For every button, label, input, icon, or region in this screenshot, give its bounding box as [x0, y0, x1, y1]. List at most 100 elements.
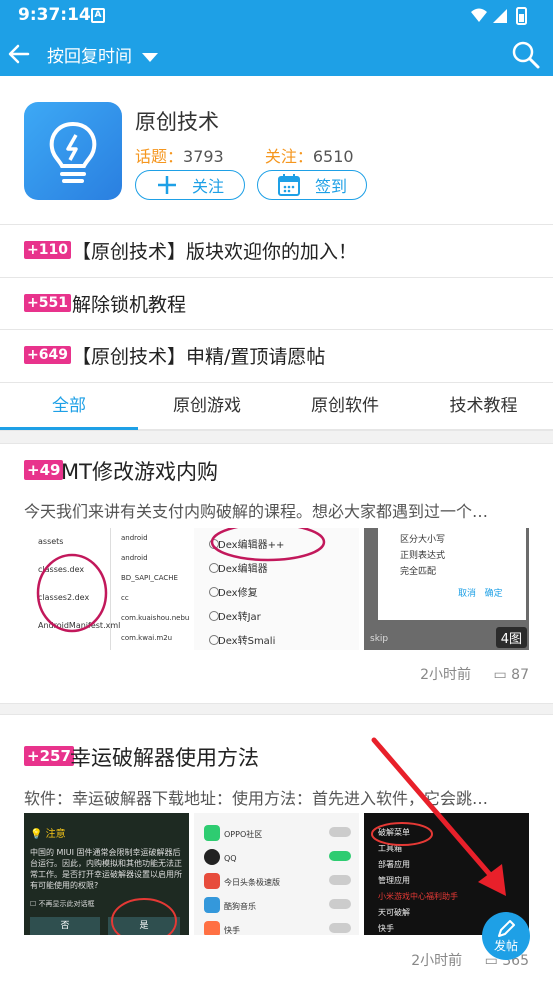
cancel-label: 取消: [458, 589, 477, 599]
red-circle-annotation: [371, 822, 433, 846]
app-item: 今日头条极速版: [224, 878, 280, 887]
post-excerpt: 软件：幸运破解器下载地址：使用方法：首先进入软件，它会跳…: [24, 789, 489, 808]
comment-icon: ▭: [493, 667, 507, 683]
post-time: 2小时前: [411, 953, 463, 969]
post-images: assets classes.dex classes2.dex AndroidM…: [24, 528, 529, 650]
signal-icon: [493, 9, 507, 23]
tab-tech-tutorials[interactable]: 技术教程: [414, 383, 553, 430]
pinned-title: 【原创技术】版块欢迎你的加入！: [72, 241, 358, 263]
status-bar: 9:37:14 A: [0, 0, 553, 32]
toggle-switches: [329, 827, 351, 933]
search-icon[interactable]: [511, 40, 541, 70]
post-title: MT修改游戏内购: [61, 460, 218, 484]
post-badge: +257: [24, 746, 74, 766]
wifi-icon: [471, 8, 487, 22]
post-title: 幸运破解器使用方法: [70, 746, 259, 770]
back-arrow-icon[interactable]: [6, 41, 32, 67]
forum-logo: [24, 102, 122, 200]
warning-title: 💡 注意: [30, 829, 66, 840]
dropdown-caret-icon: [142, 52, 158, 62]
post-image[interactable]: assets classes.dex classes2.dex AndroidM…: [24, 528, 189, 650]
menu-option: 部署应用: [378, 860, 410, 869]
system-icons: [471, 7, 527, 25]
ok-label: 确定: [484, 589, 503, 599]
follows-label: 关注：: [264, 147, 313, 166]
app-bar: 按回复时间: [0, 32, 553, 76]
category-tabs: 全部 原创游戏 原创软件 技术教程: [0, 382, 553, 430]
post-meta: 2小时前 ▭ 87: [420, 664, 529, 684]
topics-label: 话题：: [135, 147, 184, 166]
app-item: OPPO社区: [224, 830, 263, 839]
app-item: 酷狗音乐: [224, 902, 256, 911]
post-badge: +49: [24, 460, 64, 480]
red-circle-annotation: [36, 553, 108, 633]
menu-option: 快手: [378, 924, 394, 933]
tab-original-software[interactable]: 原创软件: [276, 383, 414, 430]
plus-icon: [157, 176, 176, 194]
checkin-label: 签到: [314, 177, 347, 196]
app-item: QQ: [224, 854, 237, 863]
pen-icon: [498, 920, 515, 937]
forum-header: 原创技术 话题：3793 关注：6510 关注 签到: [0, 76, 553, 224]
menu-option: 天可破解: [378, 908, 410, 917]
menu-option: 小米游戏中心福利助手: [378, 892, 458, 901]
follows-count: 6510: [312, 147, 354, 166]
checkin-button[interactable]: 签到: [257, 170, 367, 200]
menu-option: Dex修复: [218, 588, 258, 599]
pinned-title: 【原创技术】申精/置顶请愿帖: [72, 346, 326, 368]
post-card[interactable]: +257 幸运破解器使用方法 软件：幸运破解器下载地址：使用方法：首先进入软件，…: [0, 715, 553, 984]
status-time: 9:37:14: [18, 5, 91, 25]
file-item: com.kwai.m2u: [121, 634, 173, 642]
pinned-post[interactable]: +649 【原创技术】申精/置顶请愿帖: [0, 329, 553, 382]
post-image[interactable]: 💡 注意 中国的 MIUI 固件通常会限制幸运破解器后台运行。因此，内购模拟和其…: [24, 813, 189, 935]
pinned-badge: +110: [24, 241, 71, 259]
pinned-post[interactable]: +551 解除锁机教程: [0, 277, 553, 330]
skip-label: skip: [370, 634, 389, 644]
topics-count: 3793: [183, 147, 224, 166]
image-count-badge: 4图: [495, 627, 527, 648]
sort-dropdown[interactable]: 按回复时间: [47, 42, 158, 67]
dialog-option: 区分大小写: [400, 535, 446, 545]
comment-count: 87: [511, 667, 529, 683]
file-item: android: [121, 534, 148, 542]
divider: [0, 703, 553, 715]
post-images: 💡 注意 中国的 MIUI 固件通常会限制幸运破解器后台运行。因此，内购模拟和其…: [24, 813, 529, 935]
tab-all[interactable]: 全部: [0, 383, 138, 430]
post-image[interactable]: OPPO社区 QQ 今日头条极速版 酷狗音乐 快手: [194, 813, 359, 935]
dialog-actions: 取消 确定: [458, 586, 503, 602]
file-item: android: [121, 554, 148, 562]
forum-stats: 话题：3793 关注：6510: [135, 143, 354, 167]
red-circle-annotation: [210, 528, 326, 562]
notification-icon: A: [91, 8, 105, 23]
post-image[interactable]: 区分大小写 正则表达式 完全匹配 取消 确定 skip 4图: [364, 528, 529, 650]
sort-label: 按回复时间: [47, 47, 132, 67]
app-icons: [204, 825, 220, 935]
pinned-badge: +649: [24, 346, 71, 364]
new-post-button[interactable]: 发帖: [482, 912, 530, 960]
post-time: 2小时前: [420, 667, 472, 683]
file-item: cc: [121, 594, 129, 602]
pinned-title: 解除锁机教程: [72, 294, 187, 316]
pinned-post[interactable]: +110 【原创技术】版块欢迎你的加入！: [0, 224, 553, 277]
checkbox-label: ☐ 不再显示此对话框: [30, 900, 95, 908]
post-card[interactable]: +49 MT修改游戏内购 今天我们来讲有关支付内购破解的课程。想必大家都遇到过一…: [0, 444, 553, 714]
tab-original-games[interactable]: 原创游戏: [138, 383, 276, 430]
follow-button[interactable]: 关注: [135, 170, 245, 200]
dialog-option: 正则表达式: [400, 551, 446, 561]
post-image[interactable]: Dex编辑器++ Dex编辑器 Dex修复 Dex转Jar Dex转Smali: [194, 528, 359, 650]
calendar-icon: [277, 174, 300, 196]
dialog-option: 完全匹配: [400, 567, 437, 577]
lightbulb-icon: [49, 121, 97, 183]
menu-option: Dex转Jar: [218, 612, 261, 623]
menu-option: Dex转Smali: [218, 636, 276, 647]
file-item: BD_SAPI_CACHE: [121, 574, 178, 582]
no-button-preview: 否: [30, 917, 100, 935]
post-excerpt: 今天我们来讲有关支付内购破解的课程。想必大家都遇到过一个…: [24, 502, 489, 521]
warning-text: 中国的 MIUI 固件通常会限制幸运破解器后台运行。因此，内购模拟和其他功能无法…: [30, 848, 182, 890]
file-item: com.kuaishou.nebul: [121, 614, 189, 622]
red-circle-annotation: [111, 898, 177, 935]
divider: [0, 430, 553, 444]
pinned-badge: +551: [24, 294, 71, 312]
menu-option: 管理应用: [378, 876, 410, 885]
follow-label: 关注: [191, 177, 224, 196]
